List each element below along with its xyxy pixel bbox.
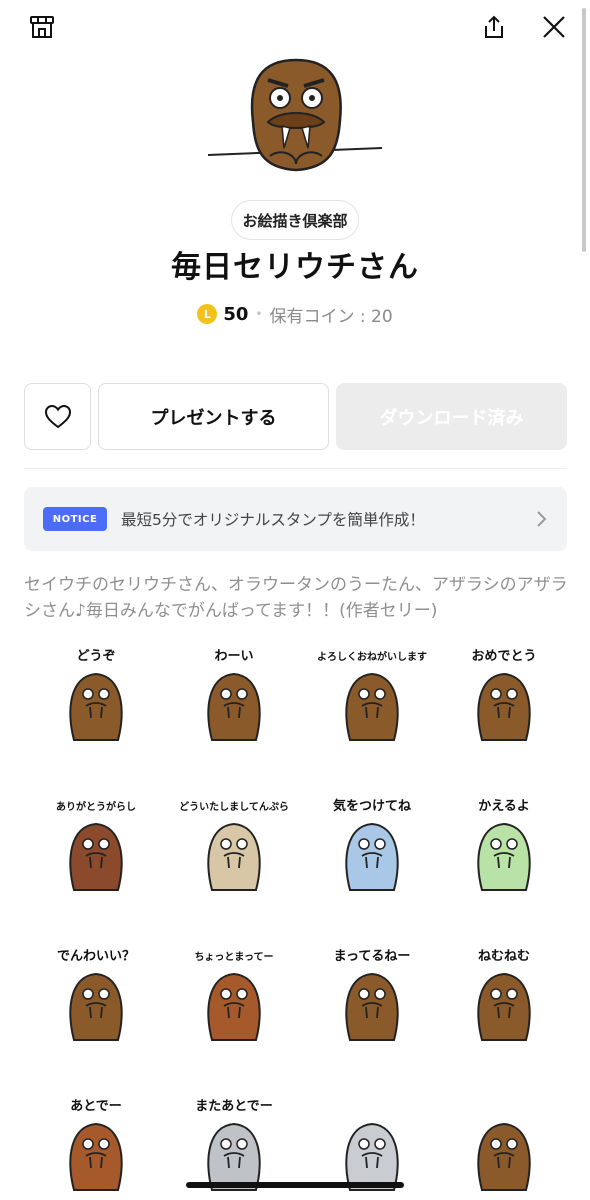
author-chip[interactable]: お絵描き倶楽部 (231, 200, 359, 240)
sticker-character-icon: 気をつけてね (333, 798, 411, 891)
sticker-caption: でんわいい？ (57, 949, 135, 964)
package-main-image (0, 50, 590, 180)
close-icon[interactable] (537, 10, 571, 44)
sticker-caption: まってるねー (334, 949, 411, 964)
notice-badge: NOTICE (43, 507, 107, 531)
sticker-item[interactable]: ねむねむ (444, 940, 564, 1060)
sticker-item[interactable]: わーい (174, 640, 294, 760)
sticker-item[interactable]: でんわいい？ (36, 940, 156, 1060)
package-description: セイウチのセリウチさん、オラウータンのうーたん、アザラシのアザラシさん♪毎日みん… (24, 575, 568, 621)
download-button[interactable]: ダウンロード済み (336, 383, 567, 450)
separator-dot: • (255, 307, 263, 321)
sticker-character-icon: まってるねー (334, 949, 411, 1041)
sticker-item[interactable]: どういたしましてんぷら (174, 790, 294, 910)
sticker-caption: 気をつけてね (333, 798, 411, 814)
sticker-character-icon: おめでとう (471, 649, 537, 741)
sticker-item[interactable]: ちょっとまってー (174, 940, 294, 1060)
sticker-character-icon: どういたしましてんぷら (179, 800, 289, 891)
favorite-button[interactable] (24, 383, 91, 450)
sticker-character-icon: どうぞ (69, 649, 123, 741)
sticker-caption: かえるよ (478, 799, 530, 814)
sticker-item[interactable]: かえるよ (444, 790, 564, 910)
sticker-item[interactable]: おめでとう (444, 640, 564, 760)
sticker-character-icon: ありがとうがらし (56, 800, 136, 891)
price-row: L 50 • 保有コイン : 20 (0, 300, 590, 328)
sticker-character-icon: ねむねむ (477, 949, 531, 1041)
divider (24, 468, 567, 469)
chevron-right-icon (537, 511, 547, 527)
notice-text: 最短5分でオリジナルスタンプを簡単作成！ (121, 511, 425, 529)
price-value: 50 (223, 303, 249, 325)
sticker-character-icon: かえるよ (477, 799, 531, 891)
package-title: 毎日セリウチさん (171, 250, 419, 285)
sticker-caption: ありがとうがらし (56, 800, 136, 813)
sticker-caption: ちょっとまってー (194, 951, 273, 963)
notice-banner[interactable]: NOTICE 最短5分でオリジナルスタンプを簡単作成！ (24, 487, 567, 551)
sticker-character-icon: よろしくおねがいします (317, 650, 427, 741)
line-coin-icon: L (197, 304, 218, 324)
sticker-caption: あとでー (70, 1099, 122, 1114)
present-button[interactable]: プレゼントする (98, 383, 329, 450)
sticker-caption: どういたしましてんぷら (179, 800, 289, 813)
sticker-item[interactable]: 気をつけてね (312, 790, 432, 910)
sticker-character-icon: でんわいい？ (57, 949, 135, 1041)
sticker-caption: ねむねむ (478, 949, 530, 964)
sticker-item[interactable]: まってるねー (312, 940, 432, 1060)
sticker-item[interactable]: ありがとうがらし (36, 790, 156, 910)
sticker-item[interactable]: よろしくおねがいします (312, 640, 432, 760)
sticker-character-icon: わーい (207, 649, 261, 741)
sticker-item[interactable]: どうぞ (36, 640, 156, 760)
sticker-caption: よろしくおねがいします (317, 650, 427, 663)
owned-coins: 保有コイン : 20 (269, 306, 393, 327)
sticker-item[interactable]: あとでー (36, 1090, 156, 1200)
share-icon[interactable] (477, 10, 511, 44)
shop-icon[interactable] (25, 10, 59, 44)
sticker-item[interactable] (444, 1090, 564, 1200)
heart-icon (44, 404, 71, 428)
sticker-character-icon: ちょっとまってー (194, 951, 274, 1041)
sticker-character-icon: あとでー (69, 1099, 123, 1191)
sticker-caption: どうぞ (76, 649, 115, 664)
sticker-caption: おめでとう (471, 649, 536, 664)
home-indicator (186, 1182, 404, 1188)
sticker-caption: またあとでー (195, 1099, 273, 1114)
sticker-caption: わーい (214, 649, 253, 664)
sticker-character-icon (477, 1122, 531, 1191)
